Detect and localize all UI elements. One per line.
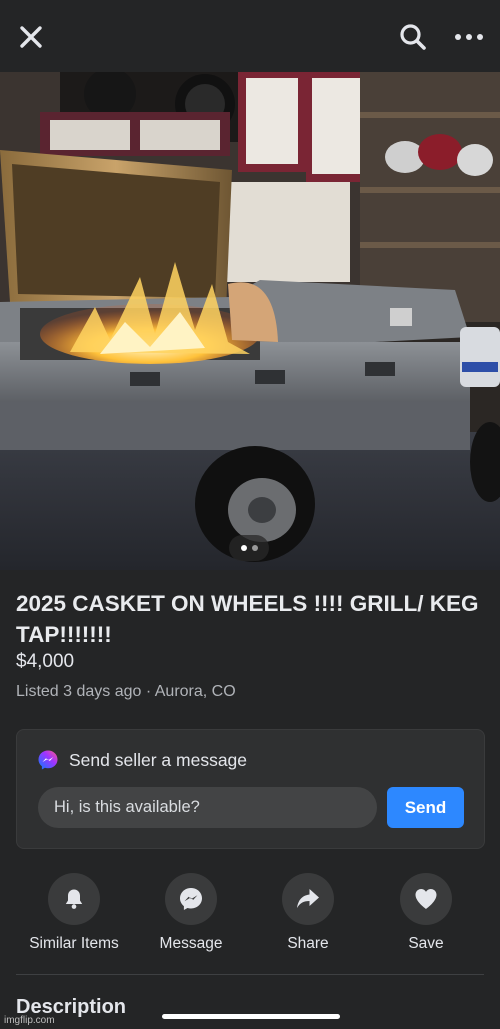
- divider: [16, 974, 484, 975]
- listing-photo[interactable]: [0, 72, 500, 570]
- listing-price: $4,000: [16, 651, 75, 672]
- save-button[interactable]: Save: [367, 873, 485, 953]
- messenger-icon: [180, 888, 202, 910]
- share-circle[interactable]: [282, 873, 334, 925]
- message-seller-card: Send seller a message Hi, is this availa…: [16, 729, 485, 849]
- message-circle[interactable]: [165, 873, 217, 925]
- watermark: imgflip.com: [4, 1015, 55, 1026]
- message-heading: Send seller a message: [69, 749, 248, 770]
- messenger-icon: [38, 750, 58, 770]
- similar-items-circle[interactable]: [48, 873, 100, 925]
- share-button[interactable]: Share: [249, 873, 367, 953]
- pager-dot: [252, 545, 258, 551]
- message-button[interactable]: Message: [132, 873, 250, 953]
- message-input[interactable]: Hi, is this available?: [38, 787, 377, 828]
- save-label: Save: [408, 935, 444, 952]
- more-icon[interactable]: [452, 27, 486, 47]
- listing-meta: Listed 3 days ago · Aurora, CO: [16, 683, 236, 700]
- send-button[interactable]: Send: [387, 787, 464, 828]
- share-label: Share: [287, 935, 329, 952]
- top-bar: [0, 0, 500, 72]
- similar-items-label: Similar Items: [29, 935, 119, 952]
- save-circle[interactable]: [400, 873, 452, 925]
- heart-icon: [415, 889, 437, 909]
- bell-icon: [65, 889, 83, 909]
- close-icon[interactable]: [18, 24, 44, 50]
- action-row: Similar Items Message Share Save: [0, 873, 500, 963]
- similar-items-button[interactable]: Similar Items: [15, 873, 133, 953]
- casket-grill-image: [0, 72, 500, 570]
- message-label: Message: [159, 935, 223, 952]
- listing-title: 2025 CASKET ON WHEELS !!!! GRILL/ KEG TA…: [16, 591, 479, 647]
- pager-dot-active: [241, 545, 247, 551]
- search-icon[interactable]: [398, 22, 428, 52]
- message-heading-row: Send seller a message: [37, 748, 247, 772]
- photo-pager[interactable]: [229, 535, 269, 561]
- share-icon: [297, 889, 319, 908]
- home-indicator[interactable]: [162, 1014, 340, 1019]
